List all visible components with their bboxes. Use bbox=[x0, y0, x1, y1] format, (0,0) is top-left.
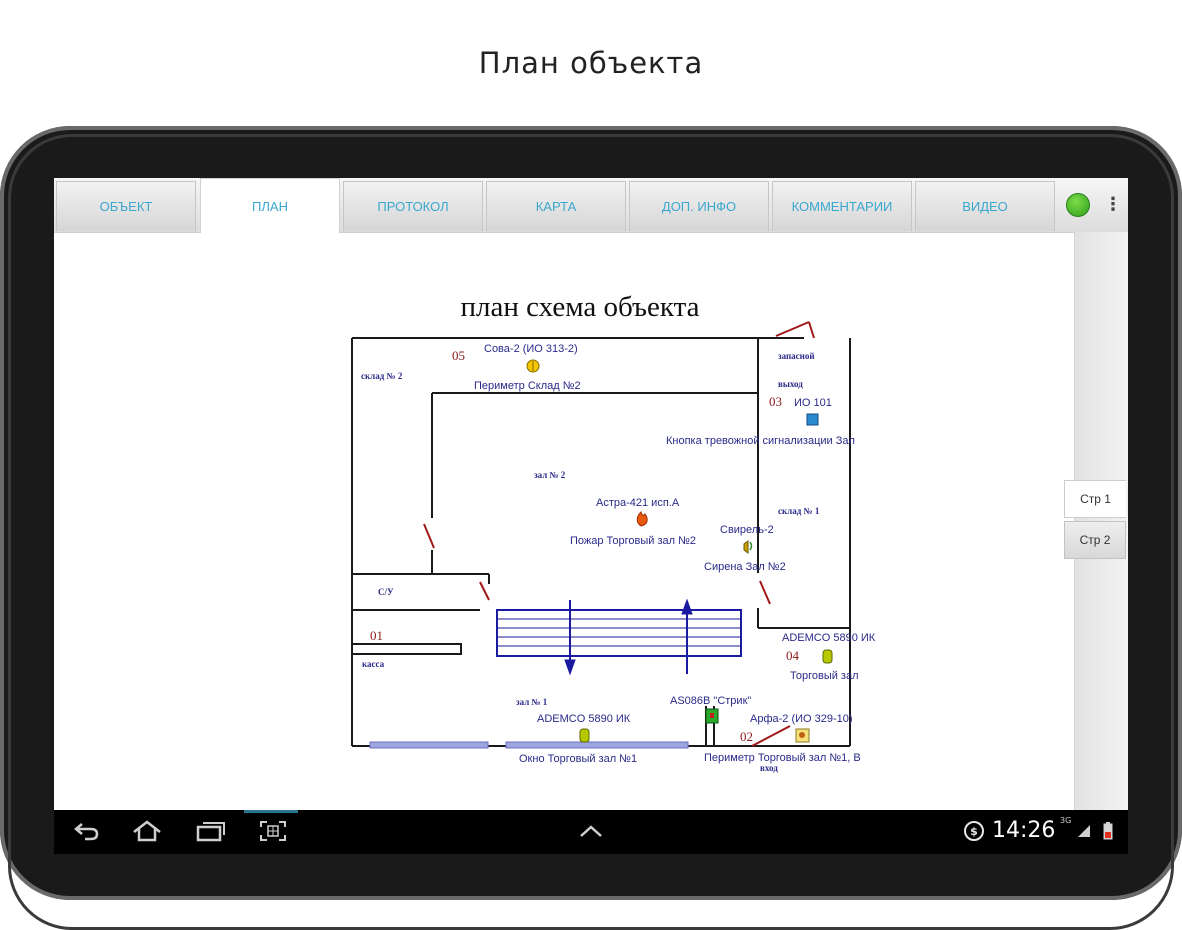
tab-label: ДОП. ИНФО bbox=[661, 199, 737, 214]
sensor-svirel-siren-icon[interactable] bbox=[743, 540, 753, 554]
back-icon[interactable] bbox=[70, 816, 104, 846]
tab-map[interactable]: КАРТА bbox=[486, 181, 626, 231]
sensor-perimeter-zal1-label: Периметр Торговый зал №1, В bbox=[704, 752, 861, 764]
signal-icon bbox=[1074, 816, 1094, 846]
tab-extra-info[interactable]: ДОП. ИНФО bbox=[629, 181, 769, 231]
connection-status-icon bbox=[1066, 193, 1090, 217]
screenshot-icon[interactable] bbox=[256, 816, 290, 846]
room-kassa: касса bbox=[362, 659, 385, 669]
sensor-torgovy-zal-label: Торговый зал bbox=[790, 670, 859, 682]
sensor-pozhar-label: Пожар Торговый зал №2 bbox=[570, 535, 696, 547]
tab-label: ПЛАН bbox=[252, 198, 288, 214]
sensor-okno-label: Окно Торговый зал №1 bbox=[519, 753, 637, 765]
sensor-knopka-label: Кнопка тревожной сигнализации Зал bbox=[666, 435, 855, 447]
clock: 14:26 bbox=[992, 818, 1056, 843]
page-tab-1[interactable]: Стр 1 bbox=[1064, 480, 1126, 518]
tab-video[interactable]: ВИДЕО bbox=[915, 181, 1055, 231]
sensor-arfa-icon[interactable] bbox=[795, 728, 810, 743]
sensor-ademco-bottom-label: ADEMCO 5890 ИК bbox=[537, 713, 631, 725]
shelving bbox=[496, 598, 742, 676]
windows bbox=[369, 741, 689, 749]
tab-bar: ОБЪЕКТ ПЛАН ПРОТОКОЛ КАРТА ДОП. ИНФО КОМ… bbox=[54, 178, 1128, 233]
recent-apps-icon[interactable] bbox=[194, 816, 228, 846]
svg-text:$: $ bbox=[970, 825, 978, 838]
home-icon[interactable] bbox=[130, 816, 164, 846]
tab-label: ВИДЕО bbox=[962, 199, 1008, 214]
sensor-io101-icon[interactable] bbox=[806, 413, 819, 426]
room-zal2: зал № 2 bbox=[534, 470, 566, 480]
page-tab-label: Стр 1 bbox=[1080, 492, 1111, 506]
plan-title: план схема объекта bbox=[460, 291, 699, 323]
system-nav-bar: $ 14:26 3G bbox=[54, 810, 1128, 854]
battery-icon bbox=[1098, 816, 1118, 846]
zone-04: 04 bbox=[786, 648, 800, 663]
room-sklad1: склад № 1 bbox=[778, 506, 820, 516]
sensor-arfa-label: Арфа-2 (ИО 329-10) bbox=[750, 713, 853, 725]
sensor-as-label: AS086B "Стрик" bbox=[670, 695, 751, 707]
tab-comments[interactable]: КОММЕНТАРИИ bbox=[772, 181, 912, 231]
page-tab-label: Стр 2 bbox=[1079, 533, 1111, 547]
sensor-sova-label: Сова-2 (ИО 313-2) bbox=[484, 343, 578, 355]
sensor-sova-icon[interactable] bbox=[526, 359, 540, 373]
sensor-astra-fire-icon[interactable] bbox=[636, 511, 648, 527]
zone-01: 01 bbox=[370, 628, 383, 643]
tab-protocol[interactable]: ПРОТОКОЛ bbox=[343, 181, 483, 231]
app-screen: ОБЪЕКТ ПЛАН ПРОТОКОЛ КАРТА ДОП. ИНФО КОМ… bbox=[54, 178, 1128, 810]
network-type: 3G bbox=[1060, 816, 1072, 825]
tab-plan[interactable]: ПЛАН bbox=[200, 178, 340, 233]
page-caption: План объекта bbox=[478, 46, 704, 80]
sensor-io101-label: ИО 101 bbox=[794, 397, 832, 409]
room-su: С/У bbox=[378, 587, 394, 597]
zone-02: 02 bbox=[740, 729, 753, 744]
tab-label: КАРТА bbox=[535, 199, 577, 214]
tab-object[interactable]: ОБЪЕКТ bbox=[56, 181, 196, 231]
data-saver-icon: $ bbox=[960, 816, 988, 846]
floor-plan: план схема объекта склад № 2 зал № 2 С/У… bbox=[351, 291, 876, 773]
sensor-svirel-label: Свирель-2 bbox=[720, 524, 774, 536]
sensor-as-icon[interactable] bbox=[705, 708, 719, 724]
chevron-up-icon[interactable] bbox=[574, 816, 608, 846]
room-zal1: зал № 1 bbox=[516, 697, 548, 707]
room-vhod: вход bbox=[760, 763, 778, 773]
room-sklad2: склад № 2 bbox=[361, 371, 403, 381]
zone-03: 03 bbox=[769, 394, 782, 409]
overflow-menu-icon[interactable]: ⋮ bbox=[1104, 190, 1122, 220]
tab-label: ПРОТОКОЛ bbox=[377, 199, 449, 214]
zone-05: 05 bbox=[452, 348, 465, 363]
tab-label: ОБЪЕКТ bbox=[99, 199, 153, 214]
sensor-perimeter-sklad2-label: Периметр Склад №2 bbox=[474, 380, 581, 392]
sensor-ademco-bottom-icon[interactable] bbox=[579, 728, 590, 743]
room-vyhod: выход bbox=[778, 379, 803, 389]
sensor-astra-label: Астра-421 исп.А bbox=[596, 497, 680, 509]
tab-label: КОММЕНТАРИИ bbox=[791, 199, 893, 214]
recent-hint bbox=[244, 810, 298, 813]
sensor-ademco-right-icon[interactable] bbox=[822, 649, 833, 664]
room-zapasnoy: запасной bbox=[778, 351, 815, 361]
sensor-ademco-right-label: ADEMCO 5890 ИК bbox=[782, 632, 876, 644]
sensor-sirena-label: Сирена Зал №2 bbox=[704, 561, 786, 573]
page-tab-2[interactable]: Стр 2 bbox=[1064, 521, 1126, 559]
